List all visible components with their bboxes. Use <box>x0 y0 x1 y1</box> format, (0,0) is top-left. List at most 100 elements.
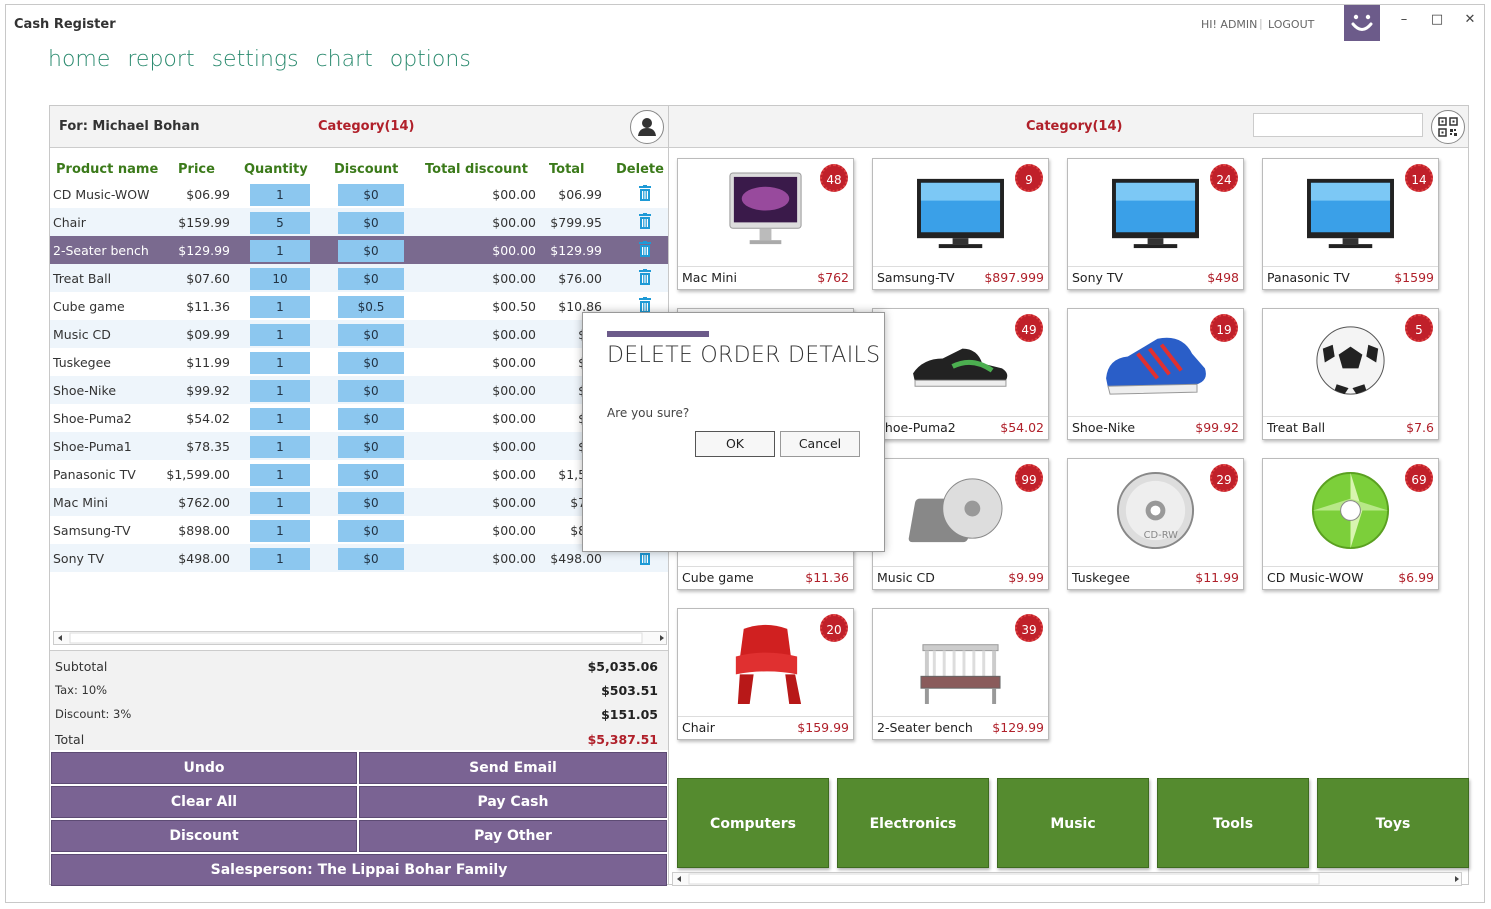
row-quantity-input[interactable]: 1 <box>250 380 310 402</box>
product-card[interactable]: 5 Treat Ball $7.6 <box>1262 308 1439 440</box>
table-row[interactable]: CD Music-WOW $06.99 1 $0 $00.00 $06.99 <box>50 180 668 208</box>
table-row[interactable]: Chair $159.99 5 $0 $00.00 $799.95 <box>50 208 668 236</box>
table-row[interactable]: 2-Seater bench $129.99 1 $0 $00.00 $129.99 <box>50 236 668 264</box>
trash-icon[interactable] <box>639 269 651 285</box>
nav-home[interactable]: home <box>48 47 110 72</box>
table-row[interactable]: Shoe-Puma1$78.351$0$00.00$78 <box>50 432 668 460</box>
row-quantity-input[interactable]: 1 <box>250 184 310 206</box>
table-row[interactable]: Shoe-Nike$99.921$0$00.00$99 <box>50 376 668 404</box>
product-card[interactable]: 14 Panasonic TV $1599 <box>1262 158 1439 290</box>
product-price: $1599 <box>1394 270 1434 285</box>
product-card[interactable]: 9 Samsung-TV $897.999 <box>872 158 1049 290</box>
table-row[interactable]: Panasonic TV $1,599.00 1 $0 $00.00 $1,599 <box>50 460 668 488</box>
search-input[interactable] <box>1253 113 1423 137</box>
minimize-button[interactable]: – <box>1395 11 1413 29</box>
product-name: Shoe-Nike <box>1072 420 1136 435</box>
row-discount-input[interactable]: $0.5 <box>338 296 404 318</box>
qr-scan-button[interactable] <box>1431 110 1465 144</box>
row-quantity-input[interactable]: 1 <box>250 548 310 570</box>
row-quantity-input[interactable]: 1 <box>250 436 310 458</box>
row-discount-input[interactable]: $0 <box>338 464 404 486</box>
trash-icon[interactable] <box>639 185 651 201</box>
trash-icon[interactable] <box>639 297 651 313</box>
row-quantity-input[interactable]: 1 <box>250 464 310 486</box>
nav-chart[interactable]: chart <box>316 47 373 72</box>
row-discount-input[interactable]: $0 <box>338 212 404 234</box>
category-toys-button[interactable]: Toys <box>1317 778 1469 868</box>
table-row[interactable]: Treat Ball $07.60 10 $0 $00.00 $76.00 <box>50 264 668 292</box>
product-card[interactable]: 39 2-Seater bench $129.99 <box>872 608 1049 740</box>
row-quantity-input[interactable]: 1 <box>250 408 310 430</box>
col-quantity[interactable]: Quantity <box>244 162 308 177</box>
col-total-discount[interactable]: Total discount <box>425 162 528 177</box>
table-row[interactable]: Sony TV $498.00 1 $0 $00.00 $498.00 <box>50 544 668 572</box>
trash-icon[interactable] <box>639 213 651 229</box>
undo-button[interactable]: Undo <box>51 752 357 784</box>
category-computers-button[interactable]: Computers <box>677 778 829 868</box>
category-tools-button[interactable]: Tools <box>1157 778 1309 868</box>
close-button[interactable]: ✕ <box>1461 11 1479 29</box>
product-card[interactable]: CD-RW 29 Tuskegee $11.99 <box>1067 458 1244 590</box>
row-discount-input[interactable]: $0 <box>338 520 404 542</box>
col-discount[interactable]: Discount <box>334 162 398 177</box>
row-quantity-input[interactable]: 1 <box>250 240 310 262</box>
row-total-discount: $00.00 <box>492 187 536 202</box>
pay-cash-button[interactable]: Pay Cash <box>359 786 667 818</box>
row-quantity-input[interactable]: 1 <box>250 352 310 374</box>
product-card[interactable]: 49 Shoe-Puma2 $54.02 <box>872 308 1049 440</box>
category-electronics-button[interactable]: Electronics <box>837 778 989 868</box>
row-discount-input[interactable]: $0 <box>338 268 404 290</box>
dialog-ok-button[interactable]: OK <box>695 431 775 457</box>
col-price[interactable]: Price <box>178 162 215 177</box>
product-card[interactable]: 69 CD Music-WOW $6.99 <box>1262 458 1439 590</box>
dialog-cancel-button[interactable]: Cancel <box>780 431 860 457</box>
row-quantity-input[interactable]: 1 <box>250 296 310 318</box>
row-discount-input[interactable]: $0 <box>338 436 404 458</box>
table-row[interactable]: Mac Mini$762.001$0$00.00$762 <box>50 488 668 516</box>
pay-other-button[interactable]: Pay Other <box>359 820 667 852</box>
product-card[interactable]: 19 Shoe-Nike $99.92 <box>1067 308 1244 440</box>
customer-label: For: Michael Bohan <box>59 119 200 134</box>
maximize-button[interactable]: □ <box>1428 11 1446 29</box>
salesperson-button[interactable]: Salesperson: The Lippai Bohar Family <box>51 854 667 886</box>
row-quantity-input[interactable]: 1 <box>250 324 310 346</box>
row-discount-input[interactable]: $0 <box>338 492 404 514</box>
row-discount-input[interactable]: $0 <box>338 352 404 374</box>
row-discount-input[interactable]: $0 <box>338 380 404 402</box>
col-product-name[interactable]: Product name <box>56 162 158 177</box>
row-discount-input[interactable]: $0 <box>338 184 404 206</box>
product-card[interactable]: 48 Mac Mini $762 <box>677 158 854 290</box>
title-bar: Cash Register HI! ADMIN | LOGOUT – □ ✕ <box>6 5 1484 45</box>
catalog-hscrollbar[interactable] <box>672 872 1462 886</box>
table-row[interactable]: Tuskegee$11.991$0$00.00$11 <box>50 348 668 376</box>
row-discount-input[interactable]: $0 <box>338 324 404 346</box>
table-row[interactable]: Shoe-Puma2$54.021$0$00.00$54 <box>50 404 668 432</box>
row-quantity-input[interactable]: 1 <box>250 492 310 514</box>
send-email-button[interactable]: Send Email <box>359 752 667 784</box>
logout-link[interactable]: LOGOUT <box>1268 18 1314 31</box>
row-discount-input[interactable]: $0 <box>338 240 404 262</box>
nav-report[interactable]: report <box>127 47 194 72</box>
row-quantity-input[interactable]: 5 <box>250 212 310 234</box>
nav-options[interactable]: options <box>390 47 471 72</box>
col-total[interactable]: Total <box>549 162 585 177</box>
discount-button[interactable]: Discount <box>51 820 357 852</box>
row-discount-input[interactable]: $0 <box>338 408 404 430</box>
trash-icon[interactable] <box>639 241 651 257</box>
category-music-button[interactable]: Music <box>997 778 1149 868</box>
row-quantity-input[interactable]: 10 <box>250 268 310 290</box>
nav-settings[interactable]: settings <box>212 47 299 72</box>
customer-select-button[interactable] <box>630 110 664 144</box>
product-card[interactable]: 99 Music CD $9.99 <box>872 458 1049 590</box>
table-row[interactable]: Samsung-TV$898.001$0$00.00$898 <box>50 516 668 544</box>
order-hscrollbar[interactable] <box>53 631 667 645</box>
product-card[interactable]: 24 Sony TV $498 <box>1067 158 1244 290</box>
row-discount-input[interactable]: $0 <box>338 548 404 570</box>
order-panel: For: Michael Bohan Category(14) Product … <box>49 105 669 886</box>
table-row[interactable]: Cube game $11.36 1 $0.5 $00.50 $10.86 <box>50 292 668 320</box>
col-delete[interactable]: Delete <box>616 162 664 177</box>
clear-all-button[interactable]: Clear All <box>51 786 357 818</box>
table-row[interactable]: Music CD$09.991$0$00.00$09 <box>50 320 668 348</box>
row-quantity-input[interactable]: 1 <box>250 520 310 542</box>
product-card[interactable]: 20 Chair $159.99 <box>677 608 854 740</box>
